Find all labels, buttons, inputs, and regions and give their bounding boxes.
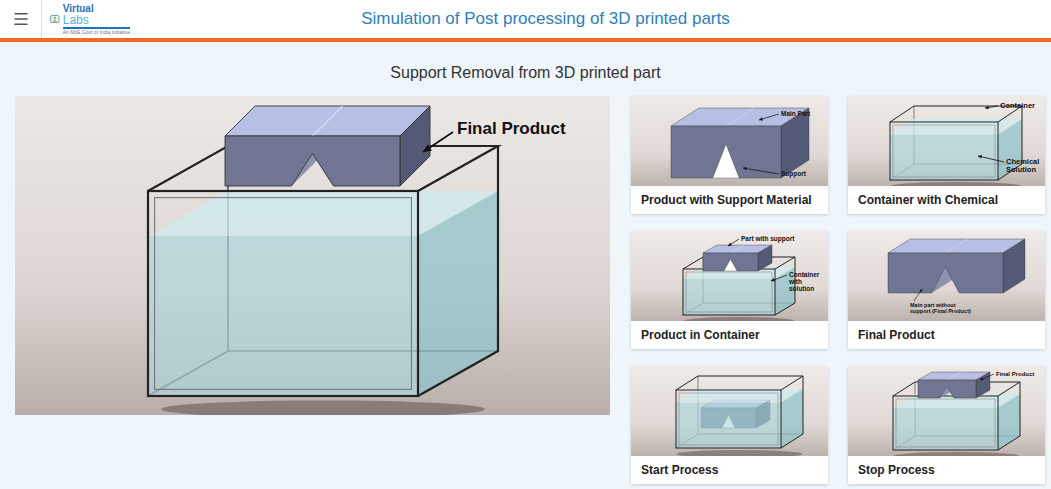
svg-text:Final Product: Final Product xyxy=(457,119,566,138)
container-drawing xyxy=(148,146,498,415)
svg-text:Main Part: Main Part xyxy=(781,110,811,117)
svg-text:Final Product: Final Product xyxy=(996,371,1034,377)
thumbnail-card[interactable]: Final Product Stop Process xyxy=(848,366,1045,484)
svg-text:ChemicalSolution: ChemicalSolution xyxy=(1006,157,1039,174)
section-title: Support Removal from 3D printed part xyxy=(0,42,1051,96)
thumbnail-figure[interactable]: Final Product xyxy=(848,366,1045,456)
figure-label: Support xyxy=(743,167,807,178)
support-material xyxy=(713,144,739,178)
logo-line2: Labs xyxy=(63,14,130,29)
hamburger-icon[interactable] xyxy=(12,10,30,28)
thumbnail-grid: Main Part Support Product with Support Mat… xyxy=(631,96,1045,484)
part-support-illustration: Main Part Support xyxy=(631,96,828,186)
figure-label: Container xyxy=(985,101,1035,110)
thumbnail-caption[interactable]: Final Product xyxy=(848,321,1045,349)
logo-line1: Virtual xyxy=(63,4,130,14)
thumbnail-figure[interactable]: Part with support Containerwithsolution xyxy=(631,231,828,321)
printed-part-drawing xyxy=(703,245,772,271)
content: Final Product Main Part Support Product wit… xyxy=(0,96,1051,484)
printed-part-drawing xyxy=(918,372,990,398)
part-in-container-illustration: Part with support Containerwithsolution xyxy=(631,231,828,321)
header: VirtualLabsAn MoE Govt of India Initiati… xyxy=(0,0,1051,38)
figure-label: Final Product xyxy=(980,371,1034,380)
svg-text:Container: Container xyxy=(1000,101,1035,110)
thumbnail-caption[interactable]: Product with Support Material xyxy=(631,186,828,214)
figure-label: Final Product xyxy=(423,119,566,152)
thumbnail-caption[interactable]: Stop Process xyxy=(848,456,1045,484)
svg-text:Containerwithsolution: Containerwithsolution xyxy=(788,271,820,292)
printed-part-drawing xyxy=(671,108,809,178)
figure-label: Part with support xyxy=(728,235,795,246)
figure-label: Main Part xyxy=(759,110,811,121)
container-drawing xyxy=(890,106,1022,186)
final-illustration: Main part withoutsupport (Final Product) xyxy=(848,231,1045,321)
thumbnail-caption[interactable]: Start Process xyxy=(631,456,828,484)
printed-part-drawing xyxy=(888,239,1025,293)
page-title: Simulation of Post processing of 3D prin… xyxy=(130,9,1051,29)
support-material xyxy=(724,259,737,271)
thumbnail-card[interactable]: Start Process xyxy=(631,366,828,484)
menu-button[interactable] xyxy=(0,0,42,38)
thumbnail-caption[interactable]: Container with Chemical xyxy=(848,186,1045,214)
page: VirtualLabsAn MoE Govt of India Initiati… xyxy=(0,0,1051,489)
thumbnail-card[interactable]: Container ChemicalSolution Container with … xyxy=(848,96,1045,214)
logo[interactable]: VirtualLabsAn MoE Govt of India Initiati… xyxy=(50,4,130,35)
thumbnail-figure[interactable] xyxy=(631,366,828,456)
thumbnail-caption[interactable]: Product in Container xyxy=(631,321,828,349)
logo-text: VirtualLabsAn MoE Govt of India Initiati… xyxy=(63,4,130,35)
svg-text:Main part withoutsupport (Fina: Main part withoutsupport (Final Product) xyxy=(910,302,971,314)
thumbnail-card[interactable]: Part with support Containerwithsolution Pr… xyxy=(631,231,828,349)
container-drawing xyxy=(676,376,803,456)
svg-text:Support: Support xyxy=(781,170,807,178)
thumbnail-card[interactable]: Main Part Support Product with Support Mat… xyxy=(631,96,828,214)
main-figure: Final Product xyxy=(15,96,610,415)
logo-tagline: An MoE Govt of India Initiative xyxy=(63,30,130,35)
figure-label: Main part withoutsupport (Final Product) xyxy=(910,289,971,314)
stop-illustration: Final Product xyxy=(848,366,1045,456)
main-illustration: Final Product xyxy=(15,96,610,415)
virtual-labs-logo-icon xyxy=(50,8,60,30)
thumbnail-figure[interactable]: Container ChemicalSolution xyxy=(848,96,1045,186)
accent-bar xyxy=(0,38,1051,42)
figure-label: ChemicalSolution xyxy=(978,155,1039,174)
thumbnail-figure[interactable]: Main Part Support xyxy=(631,96,828,186)
printed-part-drawing xyxy=(225,106,430,186)
start-illustration xyxy=(631,366,828,456)
thumbnail-figure[interactable]: Main part withoutsupport (Final Product) xyxy=(848,231,1045,321)
thumbnail-card[interactable]: Main part withoutsupport (Final Product)… xyxy=(848,231,1045,349)
container-illustration: Container ChemicalSolution xyxy=(848,96,1045,186)
figure-label: Containerwithsolution xyxy=(771,271,820,292)
svg-text:Part with support: Part with support xyxy=(741,235,795,243)
